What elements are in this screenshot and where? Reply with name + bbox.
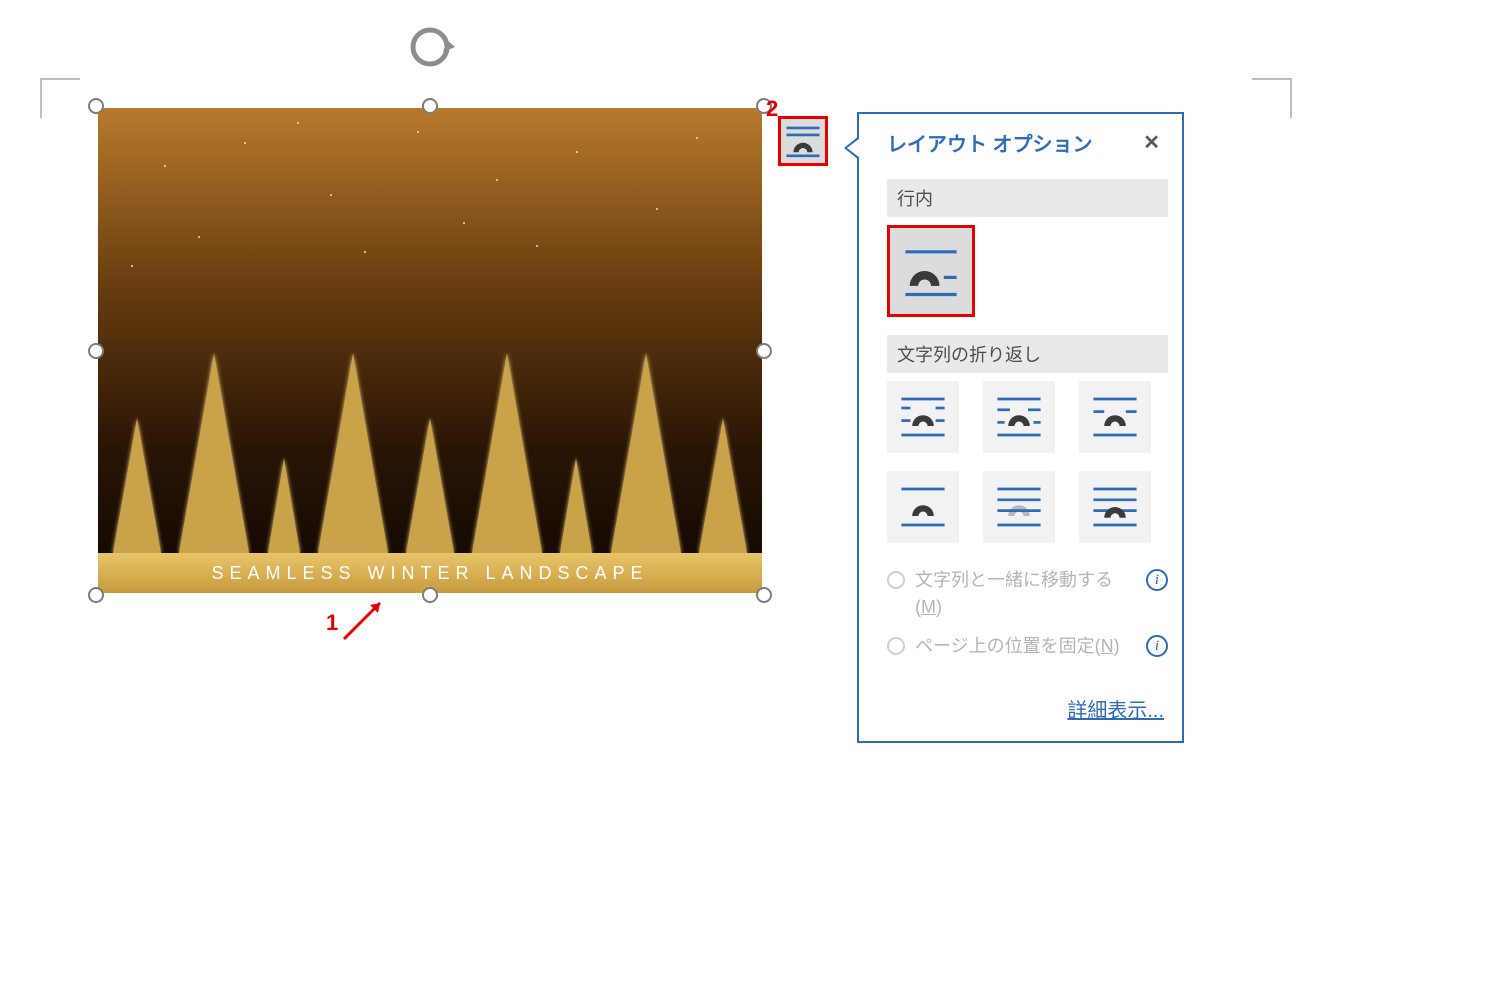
wrap-text-square-icon	[783, 121, 823, 161]
resize-handle-middle-right[interactable]	[756, 343, 772, 359]
resize-handle-top-left[interactable]	[88, 98, 104, 114]
selected-image[interactable]: SEAMLESS WINTER LANDSCAPE	[98, 108, 762, 593]
wrap-through-icon	[1088, 390, 1142, 444]
wrap-tight-icon	[992, 390, 1046, 444]
resize-handle-bottom-middle[interactable]	[422, 587, 438, 603]
option-in-front-of-text[interactable]	[1079, 471, 1151, 543]
see-more-link[interactable]: 詳細表示...	[1067, 700, 1164, 722]
behind-text-icon	[992, 480, 1046, 534]
option-wrap-top-bottom[interactable]	[887, 471, 959, 543]
option-wrap-square[interactable]	[887, 381, 959, 453]
in-front-of-text-icon	[1088, 480, 1142, 534]
rotate-handle-icon[interactable]	[405, 22, 455, 77]
option-wrap-tight[interactable]	[983, 381, 1055, 453]
layout-options-button[interactable]	[778, 116, 828, 166]
info-icon[interactable]: i	[1146, 635, 1168, 657]
layout-options-popover: レイアウト オプション ✕ 行内 文字列の折り返し	[857, 112, 1184, 743]
inline-with-text-icon	[899, 239, 963, 303]
resize-handle-middle-left[interactable]	[88, 343, 104, 359]
resize-handle-top-middle[interactable]	[422, 98, 438, 114]
option-behind-text[interactable]	[983, 471, 1055, 543]
radio-move-with-text: 文字列と一緒に移動する(M) i	[887, 561, 1168, 627]
annotation-number-2: 2	[766, 96, 778, 122]
radio-icon	[887, 637, 905, 655]
wrap-square-icon	[896, 390, 950, 444]
page-crop-mark-tr	[1252, 78, 1292, 118]
page-crop-mark-tl	[40, 78, 80, 118]
annotation-number-1: 1	[326, 610, 338, 636]
option-wrap-through[interactable]	[1079, 381, 1151, 453]
image-content: SEAMLESS WINTER LANDSCAPE	[98, 108, 762, 593]
section-label-inline: 行内	[887, 179, 1168, 217]
radio-fix-position-on-page: ページ上の位置を固定(N) i	[887, 627, 1168, 666]
close-button[interactable]: ✕	[1137, 128, 1166, 157]
option-inline-with-text[interactable]	[887, 225, 975, 317]
radio-fix-position-label: ページ上の位置を固定(N)	[915, 633, 1136, 660]
info-icon[interactable]: i	[1146, 569, 1168, 591]
annotation-arrow-icon	[340, 595, 388, 643]
resize-handle-bottom-right[interactable]	[756, 587, 772, 603]
resize-handle-bottom-left[interactable]	[88, 587, 104, 603]
image-caption-text: SEAMLESS WINTER LANDSCAPE	[211, 563, 648, 584]
popover-title: レイアウト オプション	[887, 128, 1093, 157]
section-label-text-wrap: 文字列の折り返し	[887, 335, 1168, 373]
radio-icon	[887, 571, 905, 589]
radio-move-with-text-label: 文字列と一緒に移動する(M)	[915, 567, 1136, 621]
wrap-top-bottom-icon	[896, 480, 950, 534]
